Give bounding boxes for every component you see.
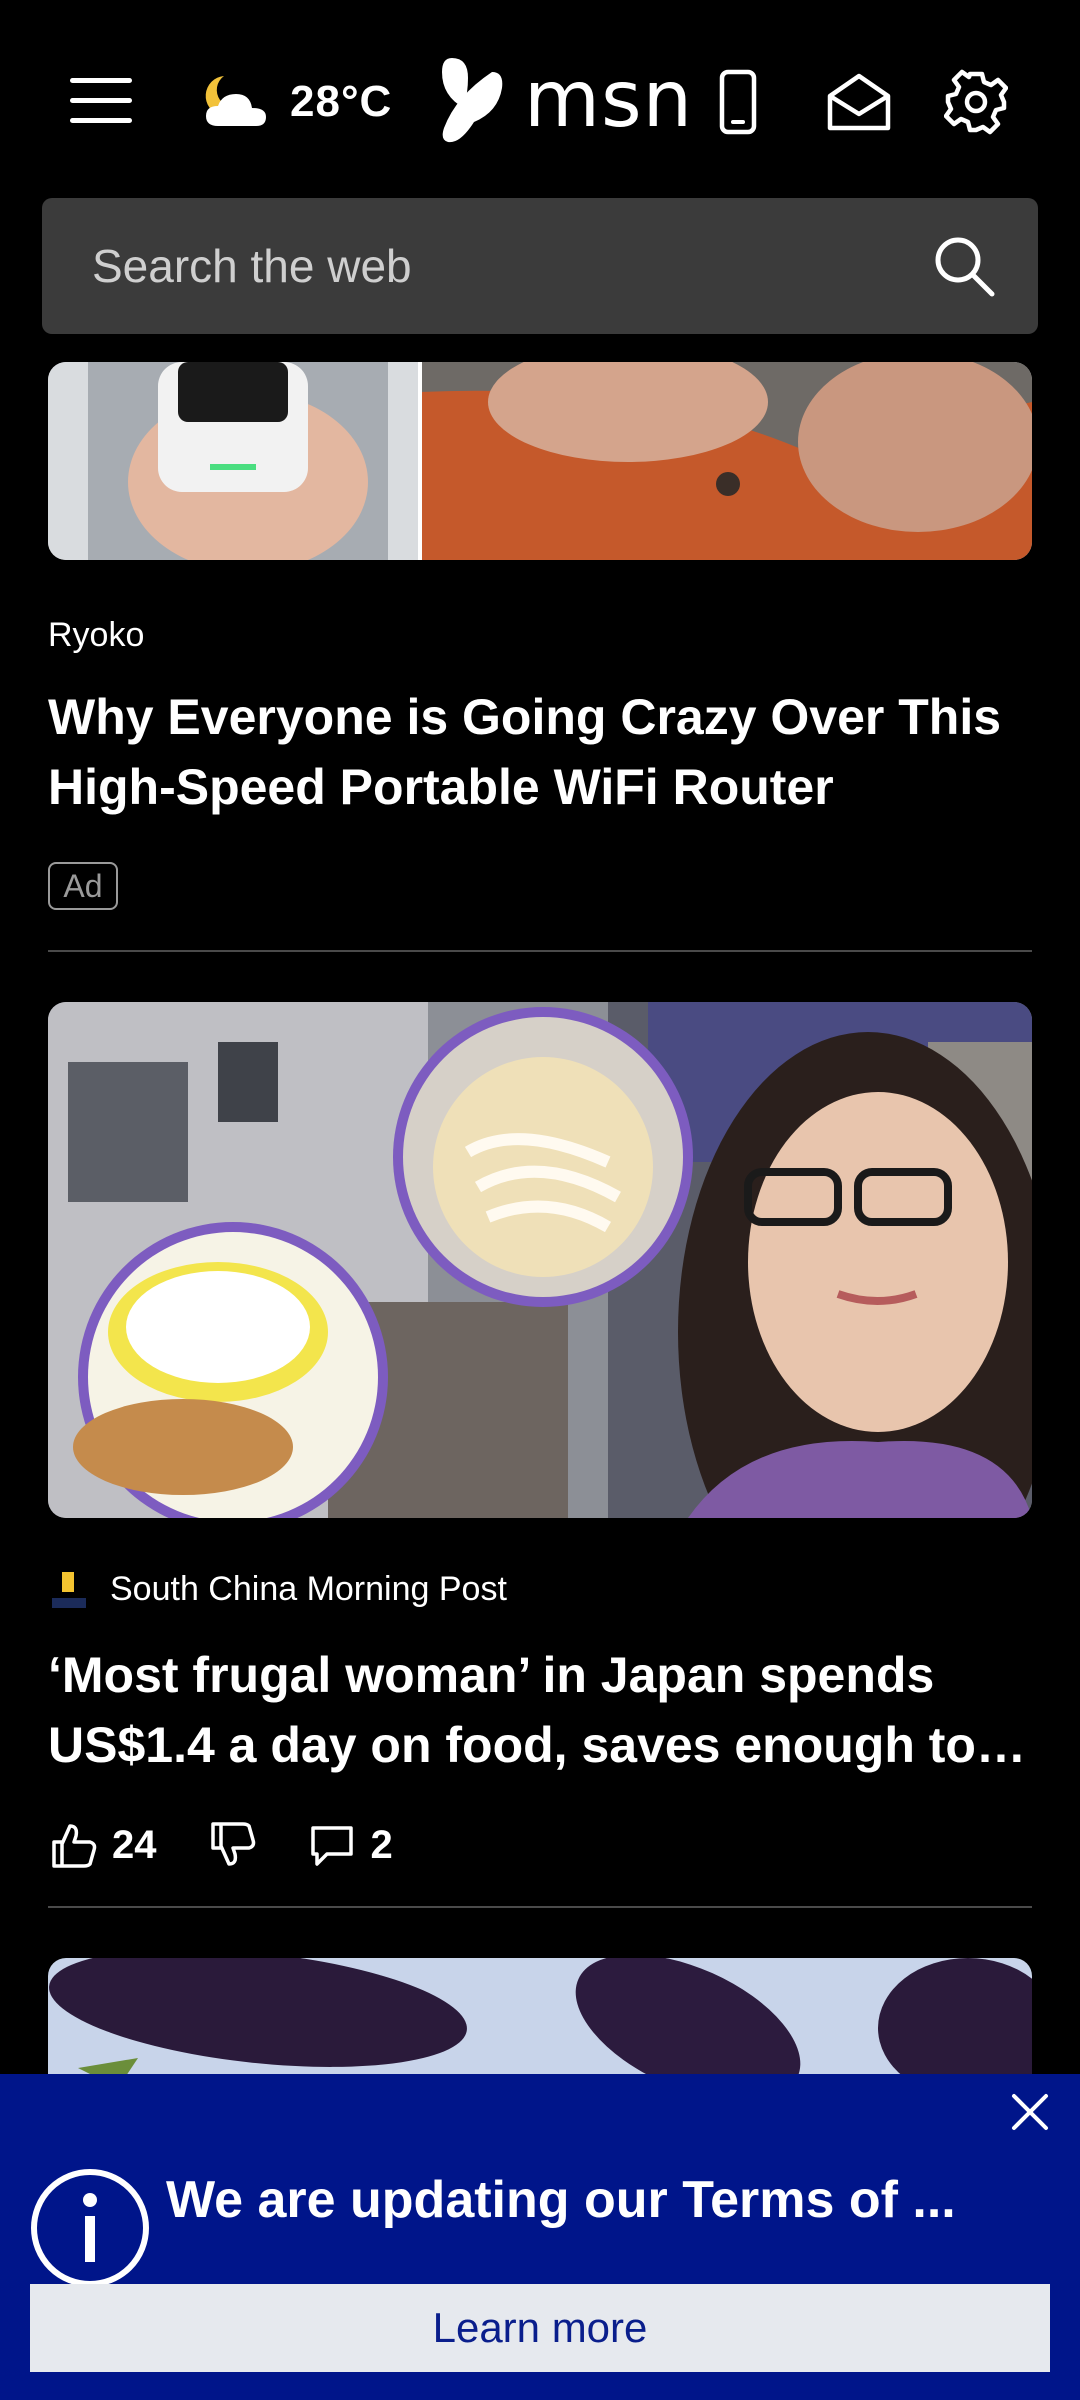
article-image-router[interactable] (48, 362, 1032, 560)
search-icon[interactable] (932, 234, 996, 298)
logo-text: msn (524, 55, 694, 145)
ad-badge: Ad (48, 862, 118, 910)
learn-more-button[interactable]: Learn more (30, 2284, 1050, 2372)
comment-count: 2 (370, 1822, 393, 1867)
article-headline[interactable]: Why Everyone is Going Crazy Over This Hi… (48, 682, 1028, 822)
phone-icon[interactable] (706, 68, 770, 136)
banner-message: We are updating our Terms of ... (166, 2171, 956, 2229)
thumbs-up-icon[interactable] (48, 1820, 98, 1870)
article-actions: 24 2 (48, 1810, 443, 1880)
menu-icon[interactable] (70, 78, 132, 126)
article-image-frugal[interactable] (48, 1002, 1032, 1518)
gear-icon[interactable] (944, 68, 1008, 136)
top-header: 28°C msn (0, 0, 1080, 200)
terms-update-banner: We are updating our Terms of ... Learn m… (0, 2074, 1080, 2400)
article-source[interactable]: South China Morning Post (48, 1568, 507, 1610)
weather-widget[interactable]: 28°C (194, 70, 392, 134)
article-headline[interactable]: ‘Most frugal woman’ in Japan spends US$1… (48, 1640, 1028, 1780)
scmp-logo-icon (48, 1568, 90, 1610)
frugal-woman-image (48, 1002, 1032, 1518)
router-ad-image (48, 362, 1032, 560)
partly-cloudy-night-icon (205, 76, 266, 126)
article-source-label: South China Morning Post (110, 1569, 507, 1608)
temperature-label: 28°C (290, 77, 393, 126)
mail-icon[interactable] (824, 68, 894, 136)
comment-icon[interactable] (307, 1820, 357, 1870)
divider (48, 1906, 1032, 1908)
article-source[interactable]: Ryoko (48, 616, 144, 655)
thumbs-down-icon[interactable] (207, 1820, 257, 1870)
divider (48, 950, 1032, 952)
info-icon (31, 2169, 149, 2287)
close-icon[interactable] (1002, 2084, 1058, 2140)
butterfly-logo-icon (442, 58, 503, 143)
msn-logo[interactable]: msn (434, 52, 693, 148)
search-input[interactable] (90, 198, 910, 334)
search-bar[interactable] (42, 198, 1038, 334)
like-count: 24 (112, 1822, 157, 1867)
